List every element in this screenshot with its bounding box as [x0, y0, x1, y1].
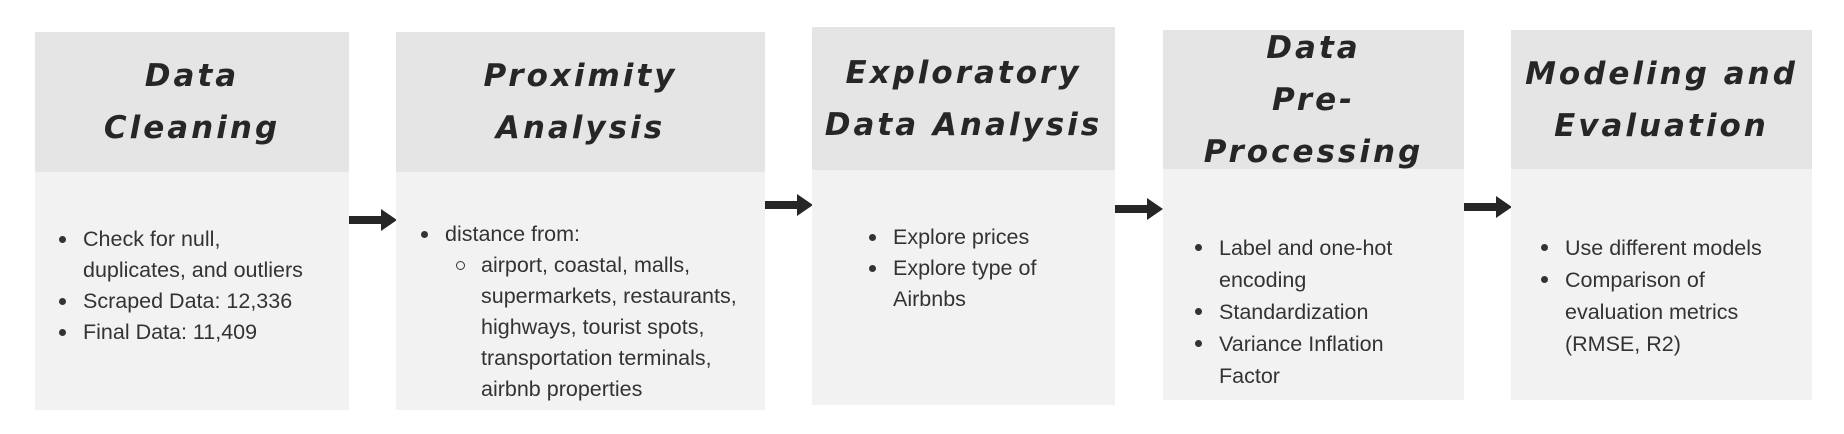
- step-header: Proximity Analysis: [396, 32, 765, 172]
- bullet-item: Explore prices: [868, 222, 1036, 253]
- step-title-line: Data Analysis: [824, 106, 1103, 143]
- step-header: Data Cleaning: [35, 32, 349, 172]
- bullet-item: Explore type of Airbnbs: [868, 253, 1036, 315]
- step-title: Proximity Analysis: [484, 50, 678, 154]
- step-card-data-cleaning: Data Cleaning Check for null, duplicates,…: [35, 32, 349, 410]
- step-card-proximity-analysis: Proximity Analysis distance from: airpor…: [396, 32, 765, 410]
- bullet-list: distance from: airport, coastal, malls, …: [420, 219, 737, 405]
- step-title-line: Proximity: [483, 58, 678, 94]
- step-title-line: Data: [144, 58, 240, 94]
- bullet-list: Label and one-hot encoding Standardizatio…: [1194, 232, 1392, 392]
- step-body: Use different models Comparison of evalua…: [1511, 169, 1812, 400]
- right-arrow-icon: [1464, 196, 1512, 218]
- process-flow-diagram: Data Cleaning Check for null, duplicates,…: [0, 0, 1844, 434]
- step-body: Label and one-hot encoding Standardizatio…: [1163, 169, 1464, 400]
- step-title-line: Exploratory: [845, 54, 1082, 91]
- bullet-item: Variance Inflation Factor: [1194, 328, 1392, 392]
- right-arrow-icon: [1115, 198, 1163, 220]
- step-title: Exploratory Data Analysis: [825, 47, 1103, 151]
- step-title-line: Evaluation: [1554, 107, 1769, 144]
- bullet-item: Final Data: 11,409: [58, 317, 303, 348]
- bullet-item: Use different models: [1540, 232, 1762, 264]
- step-card-data-pre-processing: Data Pre-Processing Label and one-hot enc…: [1163, 30, 1464, 400]
- step-title: Data Pre-Processing: [1163, 22, 1464, 178]
- right-arrow-icon: [765, 194, 813, 216]
- bullet-item: distance from:: [420, 219, 737, 250]
- step-body: Explore prices Explore type of Airbnbs: [812, 170, 1115, 405]
- step-title-line: Modeling and: [1525, 55, 1798, 92]
- bullet-list: Explore prices Explore type of Airbnbs: [868, 222, 1036, 315]
- step-header: Modeling and Evaluation: [1511, 30, 1812, 169]
- step-body: Check for null, duplicates, and outliers …: [35, 172, 349, 410]
- step-card-exploratory-data-analysis: Exploratory Data Analysis Explore prices…: [812, 27, 1115, 405]
- step-title-line: Analysis: [495, 110, 666, 146]
- right-arrow-icon: [349, 209, 397, 231]
- bullet-item: Comparison of evaluation metrics (RMSE, R2…: [1540, 264, 1762, 360]
- step-title-line: Data: [1266, 29, 1361, 66]
- step-card-modeling-and-evaluation: Modeling and Evaluation Use different mo…: [1511, 30, 1812, 400]
- bullet-item: Scraped Data: 12,336: [58, 286, 303, 317]
- bullet-item: Label and one-hot encoding: [1194, 232, 1392, 296]
- step-header: Exploratory Data Analysis: [812, 27, 1115, 170]
- bullet-item: Check for null, duplicates, and outliers: [58, 224, 303, 286]
- step-title: Modeling and Evaluation: [1525, 48, 1798, 152]
- step-header: Data Pre-Processing: [1163, 30, 1464, 170]
- bullet-item: Standardization: [1194, 296, 1392, 328]
- bullet-list: Check for null, duplicates, and outliers …: [58, 224, 303, 348]
- step-title-line: Pre-Processing: [1203, 81, 1424, 170]
- step-title: Data Cleaning: [104, 50, 280, 154]
- sub-bullet-item: airport, coastal, malls, supermarkets, r…: [420, 250, 737, 405]
- bullet-list: Use different models Comparison of evalua…: [1540, 232, 1762, 360]
- step-body: distance from: airport, coastal, malls, …: [396, 172, 765, 410]
- step-title-line: Cleaning: [103, 110, 281, 146]
